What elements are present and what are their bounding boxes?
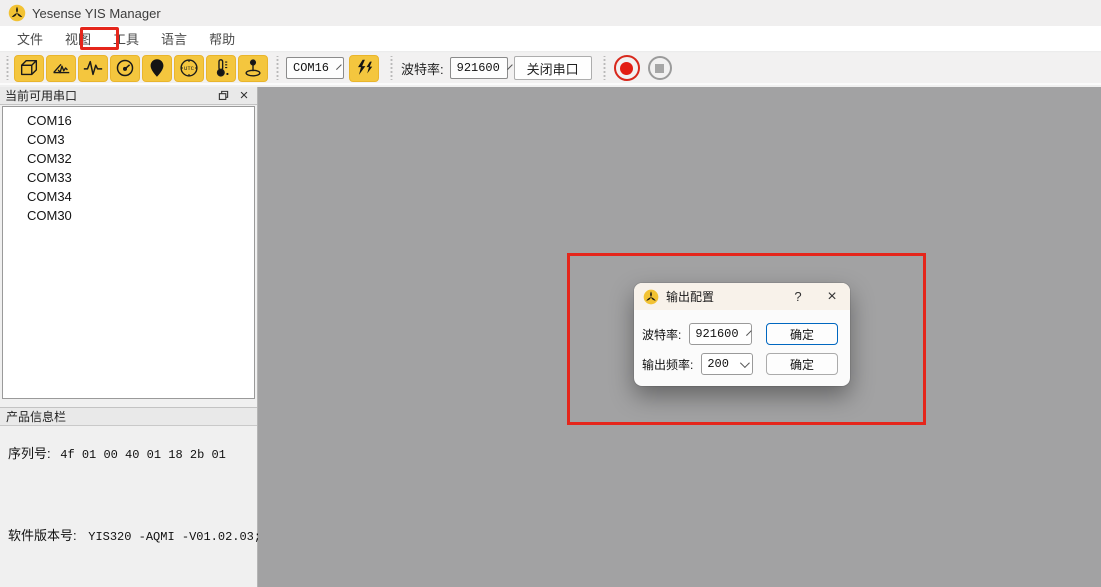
toolbar-drag-handle[interactable] <box>602 56 607 80</box>
dialog-freq-label: 输出频率: <box>642 356 693 373</box>
dialog-close-button[interactable]: × <box>823 288 841 306</box>
toolbar-button-utc-clock[interactable]: UTC <box>174 55 204 82</box>
toolbar-button-attitude-wave[interactable] <box>46 55 76 82</box>
refresh-ports-button[interactable] <box>349 55 379 82</box>
dialog-logo-icon <box>643 289 659 305</box>
refresh-icon <box>353 57 375 79</box>
app-logo-icon <box>8 4 26 22</box>
thermometer-icon <box>210 57 232 79</box>
baud-rate-label: 波特率: <box>401 59 444 78</box>
record-icon <box>620 62 633 75</box>
dialog-freq-value: 200 <box>707 357 729 371</box>
utc-clock-icon: UTC <box>178 57 200 79</box>
list-item-port[interactable]: COM34 <box>3 187 254 206</box>
software-version-value: YIS320 -AQMI -V01.02.03; <box>88 530 261 544</box>
com-port-value: COM16 <box>293 61 329 75</box>
waveform-icon <box>82 57 104 79</box>
dialog-baud-label: 波特率: <box>642 326 681 343</box>
confirm-baud-button[interactable]: 确定 <box>766 323 838 345</box>
toolbar: UTC COM16 <box>0 53 1101 85</box>
list-item-port[interactable]: COM32 <box>3 149 254 168</box>
toolbar-button-thermometer[interactable] <box>206 55 236 82</box>
available-ports-list: COM16 COM3 COM32 COM33 COM34 COM30 <box>2 106 255 399</box>
list-item-port[interactable]: COM33 <box>3 168 254 187</box>
list-item-port[interactable]: COM16 <box>3 111 254 130</box>
chevron-down-icon <box>740 358 750 368</box>
menu-file[interactable]: 文件 <box>9 25 51 52</box>
product-info-header: 产品信息栏 <box>0 407 257 426</box>
baud-rate-select[interactable]: 921600 <box>450 57 508 79</box>
dialog-freq-select[interactable]: 200 <box>701 353 753 375</box>
serial-number-label: 序列号: <box>8 446 51 461</box>
toolbar-button-joystick[interactable] <box>238 55 268 82</box>
dock-panel-header: 当前可用串口 × <box>0 87 257 105</box>
menu-language[interactable]: 语言 <box>153 25 195 52</box>
chevron-down-icon <box>746 330 752 336</box>
joystick-level-icon <box>242 57 264 79</box>
menu-help[interactable]: 帮助 <box>201 25 243 52</box>
serial-port-dock-panel: 当前可用串口 × COM16 COM3 COM32 COM33 COM34 CO… <box>0 87 258 587</box>
baud-rate-value: 921600 <box>457 61 500 75</box>
chevron-down-icon <box>336 64 342 70</box>
content-area: 当前可用串口 × COM16 COM3 COM32 COM33 COM34 CO… <box>0 87 1101 587</box>
dialog-body: 波特率: 921600 确定 输出频率: 200 确定 <box>634 310 850 375</box>
stop-icon <box>655 64 664 73</box>
serial-number-value: 4f 01 00 40 01 18 2b 01 <box>60 448 226 462</box>
record-button[interactable] <box>614 55 640 81</box>
window-title: Yesense YIS Manager <box>32 6 161 21</box>
svg-text:UTC: UTC <box>184 65 195 72</box>
dialog-baud-value: 921600 <box>695 327 738 341</box>
serial-number-row: 序列号: 4f 01 00 40 01 18 2b 01 <box>8 443 226 462</box>
angle-waveform-icon <box>50 57 72 79</box>
list-item-port[interactable]: COM3 <box>3 130 254 149</box>
toolbar-button-waveform[interactable] <box>78 55 108 82</box>
com-port-select[interactable]: COM16 <box>286 57 344 79</box>
close-panel-button[interactable]: × <box>236 88 252 103</box>
software-version-row: 软件版本号: YIS320 -AQMI -V01.02.03; <box>8 525 261 544</box>
toolbar-button-gauge[interactable] <box>110 55 140 82</box>
location-pin-icon <box>146 57 168 79</box>
app-window: Yesense YIS Manager 文件 视图 工具 语言 帮助 <box>0 0 1101 587</box>
confirm-freq-button[interactable]: 确定 <box>766 353 838 375</box>
baud-rate-config-row: 波特率: 921600 确定 <box>642 323 840 345</box>
dock-panel-title: 当前可用串口 <box>5 87 210 104</box>
output-config-dialog: 输出配置 ? × 波特率: 921600 确定 输出频率: <box>634 283 850 386</box>
workspace: 输出配置 ? × 波特率: 921600 确定 输出频率: <box>258 87 1101 587</box>
float-icon <box>218 90 229 101</box>
output-freq-config-row: 输出频率: 200 确定 <box>642 353 840 375</box>
toolbar-drag-handle[interactable] <box>275 56 280 80</box>
dialog-titlebar[interactable]: 输出配置 ? × <box>634 283 850 310</box>
menu-tools[interactable]: 工具 <box>105 25 147 52</box>
dialog-title: 输出配置 <box>666 288 789 305</box>
stop-button[interactable] <box>648 56 672 80</box>
float-panel-button[interactable] <box>215 88 231 103</box>
titlebar: Yesense YIS Manager <box>0 0 1101 26</box>
dialog-help-button[interactable]: ? <box>789 289 807 304</box>
menu-view[interactable]: 视图 <box>57 25 99 52</box>
menubar: 文件 视图 工具 语言 帮助 <box>0 26 1101 52</box>
toolbar-drag-handle[interactable] <box>5 56 10 80</box>
close-serial-port-button[interactable]: 关闭串口 <box>514 56 592 80</box>
software-version-label: 软件版本号: <box>8 528 77 543</box>
cube-icon <box>18 57 40 79</box>
chevron-down-icon <box>507 64 513 70</box>
toolbar-button-3d-view[interactable] <box>14 55 44 82</box>
list-item-port[interactable]: COM30 <box>3 206 254 225</box>
toolbar-button-location[interactable] <box>142 55 172 82</box>
gauge-icon <box>114 57 136 79</box>
dialog-baud-select[interactable]: 921600 <box>689 323 752 345</box>
toolbar-drag-handle[interactable] <box>389 56 394 80</box>
product-info-body: 序列号: 4f 01 00 40 01 18 2b 01 软件版本号: YIS3… <box>0 427 257 587</box>
